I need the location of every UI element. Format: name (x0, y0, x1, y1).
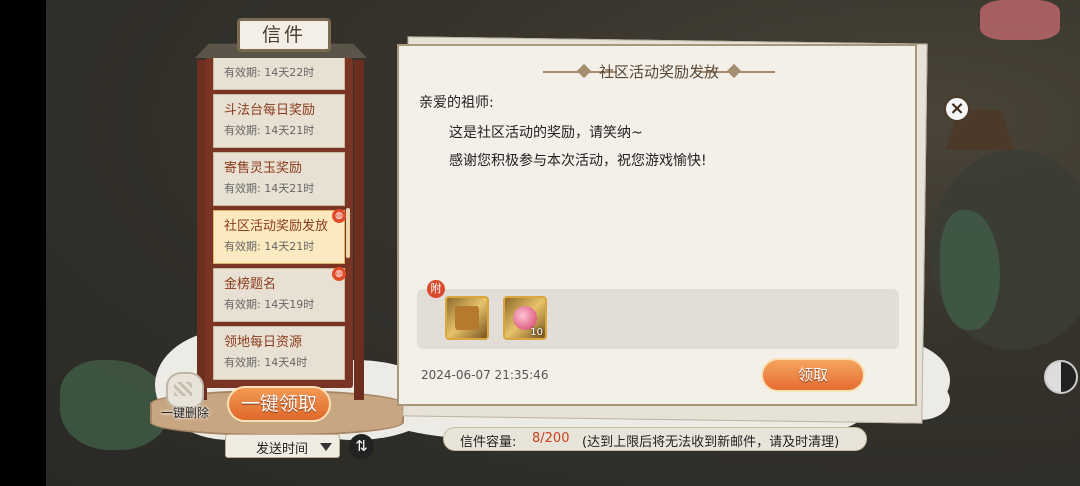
list-pillar (354, 60, 364, 400)
letter-body-line: 这是社区活动的奖励，请笑纳~ (449, 125, 643, 141)
attachment-pouch-icon: ◍ (332, 209, 346, 223)
mail-expiry: 有效期: 14天22时 (224, 66, 315, 79)
attachment-badge: 附 (427, 280, 445, 298)
claim-button[interactable]: 领取 (761, 358, 865, 392)
mail-title: 社区活动奖励发放 (224, 219, 329, 234)
attachment-area (417, 289, 899, 349)
mail-list[interactable]: 有效期: 14天22时 斗法台每日奖励 有效期: 14天21时 寄售灵玉奖励 有… (205, 58, 353, 388)
letter-greeting: 亲爱的祖师: (419, 95, 494, 111)
mail-list-item-selected[interactable]: 社区活动奖励发放 有效期: 14天21时 ◍ (213, 209, 346, 264)
capacity-note: (达到上限后将无法收到新邮件，请及时清理) (582, 435, 840, 450)
list-scrollbar[interactable] (346, 208, 350, 258)
attachment-pouch-icon: ◍ (332, 267, 346, 281)
mail-title: 领地每日资源 (224, 335, 303, 350)
sort-order-toggle-icon[interactable]: ⇅ (349, 434, 374, 459)
sort-dropdown[interactable]: 发送时间 (225, 434, 340, 458)
mail-list-item[interactable]: 寄售灵玉奖励 有效期: 14天21时 (213, 152, 345, 206)
mail-expiry: 有效期: 14天21时 (224, 182, 315, 195)
mail-expiry: 有效期: 14天4时 (224, 356, 308, 369)
mail-title: 寄售灵玉奖励 (224, 161, 303, 176)
letterbox-bar (0, 0, 46, 486)
mail-title: 斗法台每日奖励 (224, 103, 316, 118)
mail-list-item[interactable]: 斗法台每日奖励 有效期: 14天21时 (213, 94, 345, 148)
capacity-label: 信件容量: (460, 435, 517, 450)
letter-timestamp: 2024-06-07 21:35:46 (421, 368, 549, 382)
mail-list-item[interactable]: 有效期: 14天22时 (213, 58, 345, 90)
mail-expiry: 有效期: 14天21时 (224, 240, 315, 253)
item-count: 10 (530, 327, 543, 338)
mail-list-item[interactable]: 领地每日资源 有效期: 14天4时 (213, 326, 345, 380)
delete-bag-icon[interactable] (166, 372, 204, 408)
mail-expiry: 有效期: 14天21时 (224, 124, 315, 137)
background-flowers (980, 0, 1060, 40)
pink-orb-icon[interactable]: 10 (503, 296, 547, 340)
letter-body-line: 感谢您积极参与本次活动，祝您游戏愉快! (449, 153, 707, 169)
close-icon[interactable]: × (944, 96, 970, 122)
treasure-chest-icon[interactable] (445, 296, 489, 340)
mail-capacity-bar: 信件容量: 8/200 (达到上限后将无法收到新邮件，请及时清理) (443, 427, 867, 451)
chest-graphic (455, 306, 479, 330)
delete-all-button[interactable]: 一键删除 (154, 404, 216, 421)
mail-title: 金榜题名 (224, 277, 277, 292)
letter-title-bar: 社区活动奖励发放 (539, 60, 779, 84)
collect-all-button[interactable]: 一键领取 (227, 386, 331, 422)
chevron-down-icon (320, 443, 332, 451)
mail-expiry: 有效期: 14天19时 (224, 298, 315, 311)
mail-title (224, 58, 344, 63)
capacity-value: 8/200 (532, 431, 570, 446)
mail-list-item[interactable]: 金榜题名 有效期: 14天19时 ◍ (213, 267, 346, 322)
sort-label: 发送时间 (256, 442, 309, 457)
yin-yang-icon (1044, 360, 1078, 394)
mail-window-title: 信件 (237, 18, 331, 52)
letter-title: 社区活动奖励发放 (598, 63, 719, 81)
letter-panel: 社区活动奖励发放 亲爱的祖师: 这是社区活动的奖励，请笑纳~ 感谢您积极参与本次… (397, 44, 917, 406)
